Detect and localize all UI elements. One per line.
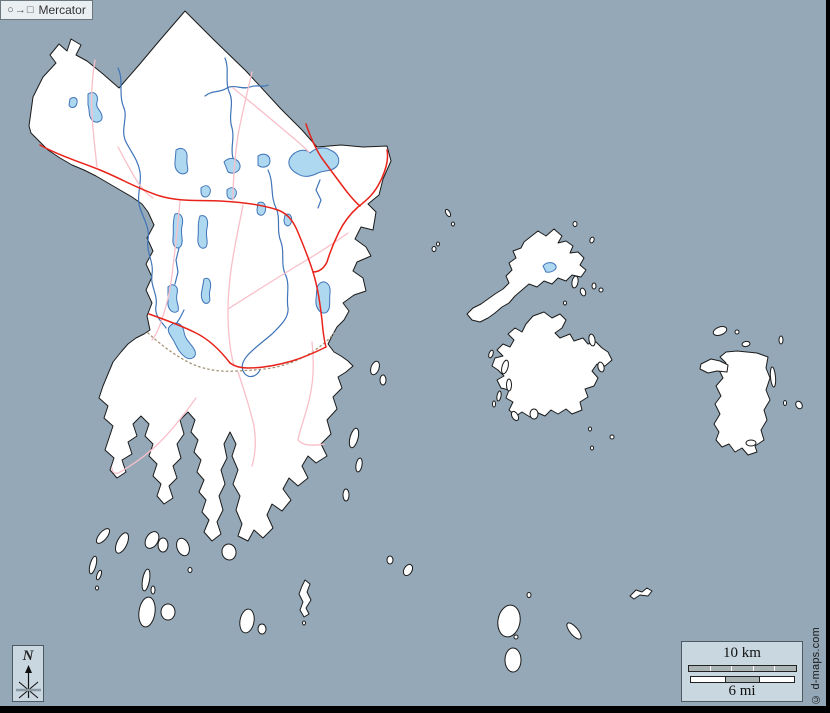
islet — [95, 570, 102, 581]
islet — [88, 556, 98, 575]
islet — [591, 446, 594, 450]
islet — [258, 624, 266, 634]
islet — [348, 427, 361, 448]
islet — [527, 593, 531, 598]
map-canvas — [0, 0, 830, 713]
islet — [221, 543, 238, 561]
center-north-island — [467, 229, 586, 322]
islet — [564, 301, 567, 305]
islet — [343, 489, 349, 501]
islet — [592, 283, 596, 289]
scale-tick — [774, 666, 775, 671]
narrow-south-island — [299, 580, 311, 617]
islet — [355, 458, 363, 473]
scale-box: 10 km 6 mi — [681, 641, 803, 702]
islet — [238, 608, 256, 634]
lake-topleft-small — [69, 98, 77, 108]
islet — [493, 401, 496, 407]
islet — [794, 400, 803, 410]
scale-segment — [725, 677, 760, 682]
islet — [495, 603, 522, 638]
copyright-text: © d-maps.com — [810, 627, 824, 705]
islet — [452, 222, 455, 226]
islet — [96, 586, 99, 590]
islet — [779, 336, 783, 344]
scale-mi-label: 6 mi — [682, 683, 802, 700]
islet — [735, 330, 739, 334]
islet — [174, 536, 191, 557]
frame-right — [826, 0, 830, 713]
lake-h — [257, 202, 266, 215]
islet — [94, 527, 112, 546]
islet — [712, 325, 728, 337]
islet — [444, 209, 451, 218]
frame-bottom — [0, 706, 830, 713]
islet — [571, 276, 579, 289]
lake-c — [258, 154, 270, 167]
scale-bar-mi — [690, 676, 795, 683]
islet — [161, 604, 175, 620]
scale-segment — [759, 677, 794, 682]
compass-arrow-icon — [14, 664, 43, 702]
islet — [369, 360, 381, 376]
islet — [380, 375, 386, 385]
lake-a — [175, 148, 188, 173]
islet — [579, 287, 586, 296]
islet — [514, 635, 518, 639]
lake-f — [198, 216, 208, 249]
lake-d — [201, 186, 210, 197]
north-label: N — [13, 648, 43, 664]
scale-tick — [753, 666, 754, 671]
islet — [141, 569, 152, 592]
islet — [437, 242, 440, 246]
center-south-island — [492, 312, 612, 417]
islet — [610, 435, 614, 439]
map-stage: N ○→□ Mercator 10 km 6 mi © d-maps.com — [0, 0, 830, 713]
snake-islet — [630, 588, 652, 599]
islet — [496, 391, 502, 402]
islet — [589, 236, 595, 243]
islet — [505, 648, 521, 672]
islet — [742, 341, 751, 347]
islet — [137, 596, 157, 628]
islet — [507, 379, 512, 391]
islet — [770, 367, 777, 387]
scale-bar-km — [688, 665, 797, 672]
islet — [387, 556, 393, 564]
islet — [599, 288, 603, 292]
islet — [158, 538, 168, 552]
scale-tick — [731, 666, 732, 671]
islet — [784, 401, 787, 406]
islet — [188, 568, 192, 573]
islet — [573, 222, 577, 227]
islet — [303, 621, 306, 625]
islet — [432, 247, 436, 252]
islet — [488, 350, 494, 359]
islet — [113, 531, 131, 555]
lake-g — [227, 188, 236, 199]
islet — [565, 621, 584, 641]
mainland — [29, 11, 391, 541]
islet — [589, 427, 592, 431]
lake-island — [543, 263, 556, 273]
islet — [151, 586, 155, 594]
compass-box: N — [12, 645, 44, 702]
islet — [530, 409, 538, 419]
scale-tick — [710, 666, 711, 671]
islet — [402, 563, 415, 577]
scale-segment — [691, 677, 725, 682]
islet — [746, 440, 756, 446]
scale-km-label: 10 km — [682, 645, 802, 662]
